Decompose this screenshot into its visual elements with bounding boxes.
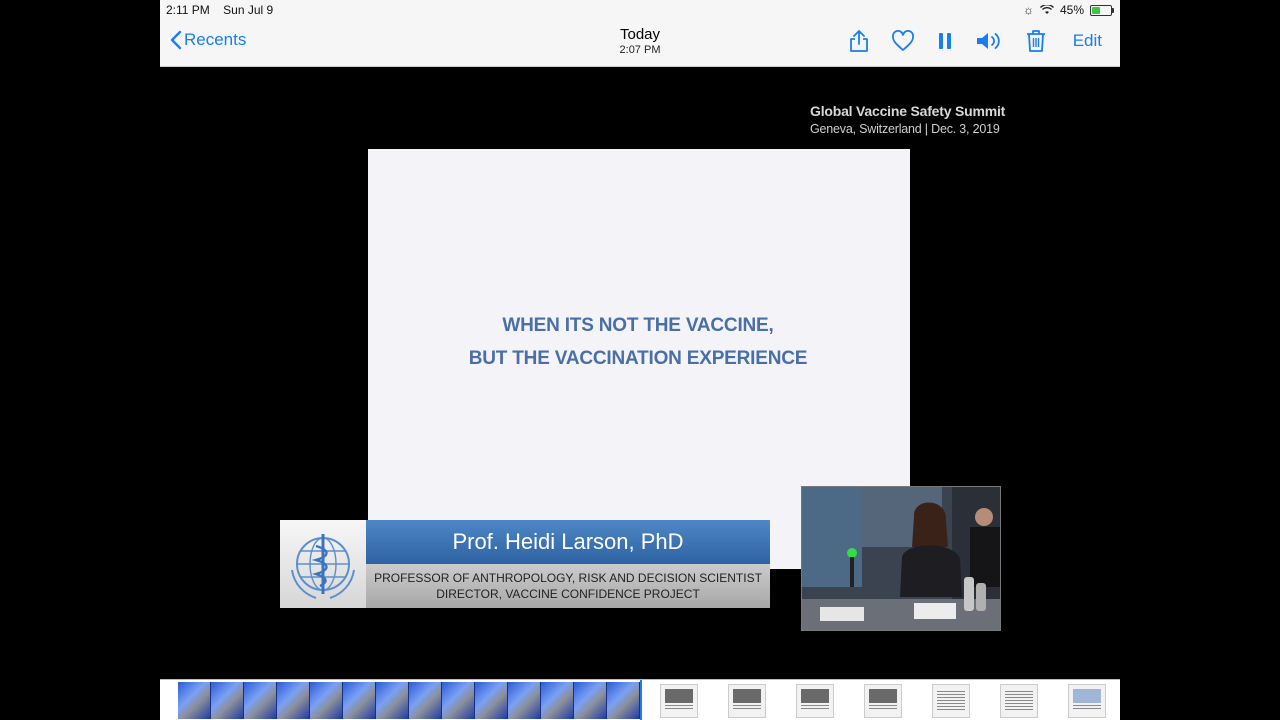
photo-thumbnail[interactable] xyxy=(864,684,902,718)
who-emblem-icon xyxy=(291,534,355,599)
photos-viewer: 2:11 PM Sun Jul 9 ☼ 45% Recents Today 2:… xyxy=(160,0,1120,720)
speaker-icon xyxy=(976,33,1000,49)
photo-thumbnail[interactable] xyxy=(1068,684,1106,718)
speaker-title-line-2: DIRECTOR, VACCINE CONFIDENCE PROJECT xyxy=(436,587,700,601)
speaker-title-line-1: PROFESSOR OF ANTHROPOLOGY, RISK AND DECI… xyxy=(374,571,762,585)
photo-thumbnail[interactable] xyxy=(660,684,698,718)
favorite-button[interactable] xyxy=(891,28,915,54)
filmstrip-frame xyxy=(409,682,442,719)
edit-button[interactable]: Edit xyxy=(1073,31,1102,51)
filmstrip-frame xyxy=(442,682,475,719)
filmstrip-frame xyxy=(541,682,574,719)
share-button[interactable] xyxy=(849,28,869,54)
filmstrip-frame xyxy=(244,682,277,719)
status-date: Sun Jul 9 xyxy=(223,3,274,17)
battery-icon xyxy=(1090,4,1114,16)
photo-thumbnail[interactable] xyxy=(932,684,970,718)
filmstrip-frame xyxy=(277,682,310,719)
status-time-date: 2:11 PM Sun Jul 9 xyxy=(166,3,273,17)
speaker-inset-video xyxy=(801,486,1001,631)
volume-button[interactable] xyxy=(975,28,1003,54)
photo-thumbnail[interactable] xyxy=(796,684,834,718)
share-icon xyxy=(849,30,868,52)
event-location: Geneva, Switzerland | Dec. 3, 2019 xyxy=(810,122,1000,136)
speaker-video-frame xyxy=(802,487,1000,630)
status-indicators: ☼ 45% xyxy=(1022,3,1114,17)
battery-percent: 45% xyxy=(1059,3,1084,17)
delete-button[interactable] xyxy=(1025,28,1047,54)
event-title: Global Vaccine Safety Summit xyxy=(810,103,1006,119)
speaker-name: Prof. Heidi Larson, PhD xyxy=(366,520,770,564)
timeline-scrubber[interactable] xyxy=(160,679,1120,720)
who-logo xyxy=(280,520,366,608)
filmstrip-frame xyxy=(376,682,409,719)
trash-icon xyxy=(1026,30,1045,52)
speaker-title: PROFESSOR OF ANTHROPOLOGY, RISK AND DECI… xyxy=(366,564,770,608)
navigation-bar: 2:11 PM Sun Jul 9 ☼ 45% Recents Today 2:… xyxy=(160,0,1120,67)
chevron-left-icon xyxy=(170,30,182,50)
back-label: Recents xyxy=(184,30,247,49)
back-button[interactable]: Recents xyxy=(170,30,246,50)
playhead[interactable] xyxy=(640,680,642,720)
video-filmstrip[interactable] xyxy=(178,682,640,719)
slide-line-1: WHEN ITS NOT THE VACCINE, xyxy=(502,315,774,336)
filmstrip-frame xyxy=(607,682,640,719)
speaker-lower-third: Prof. Heidi Larson, PhD PROFESSOR OF ANT… xyxy=(280,520,776,608)
heart-icon xyxy=(891,30,914,51)
filmstrip-frame xyxy=(508,682,541,719)
wifi-icon xyxy=(1039,5,1054,14)
filmstrip-frame xyxy=(574,682,607,719)
filmstrip-frame xyxy=(178,682,211,719)
filmstrip-frame xyxy=(343,682,376,719)
filmstrip-frame xyxy=(475,682,508,719)
pause-icon xyxy=(938,33,951,49)
event-caption: Global Vaccine Safety Summit Geneva, Swi… xyxy=(810,102,1005,138)
slide-title: WHEN ITS NOT THE VACCINE, BUT THE VACCIN… xyxy=(368,309,908,375)
filmstrip-frame xyxy=(211,682,244,719)
photo-thumbnails xyxy=(660,684,1106,718)
pause-button[interactable] xyxy=(937,28,953,54)
toolbar: Edit xyxy=(849,28,1102,54)
status-time: 2:11 PM xyxy=(166,3,210,17)
photo-thumbnail[interactable] xyxy=(1000,684,1038,718)
brightness-icon: ☼ xyxy=(1022,3,1034,17)
slide-line-2: BUT THE VACCINATION EXPERIENCE xyxy=(468,348,808,369)
photo-thumbnail[interactable] xyxy=(728,684,766,718)
filmstrip-frame xyxy=(310,682,343,719)
